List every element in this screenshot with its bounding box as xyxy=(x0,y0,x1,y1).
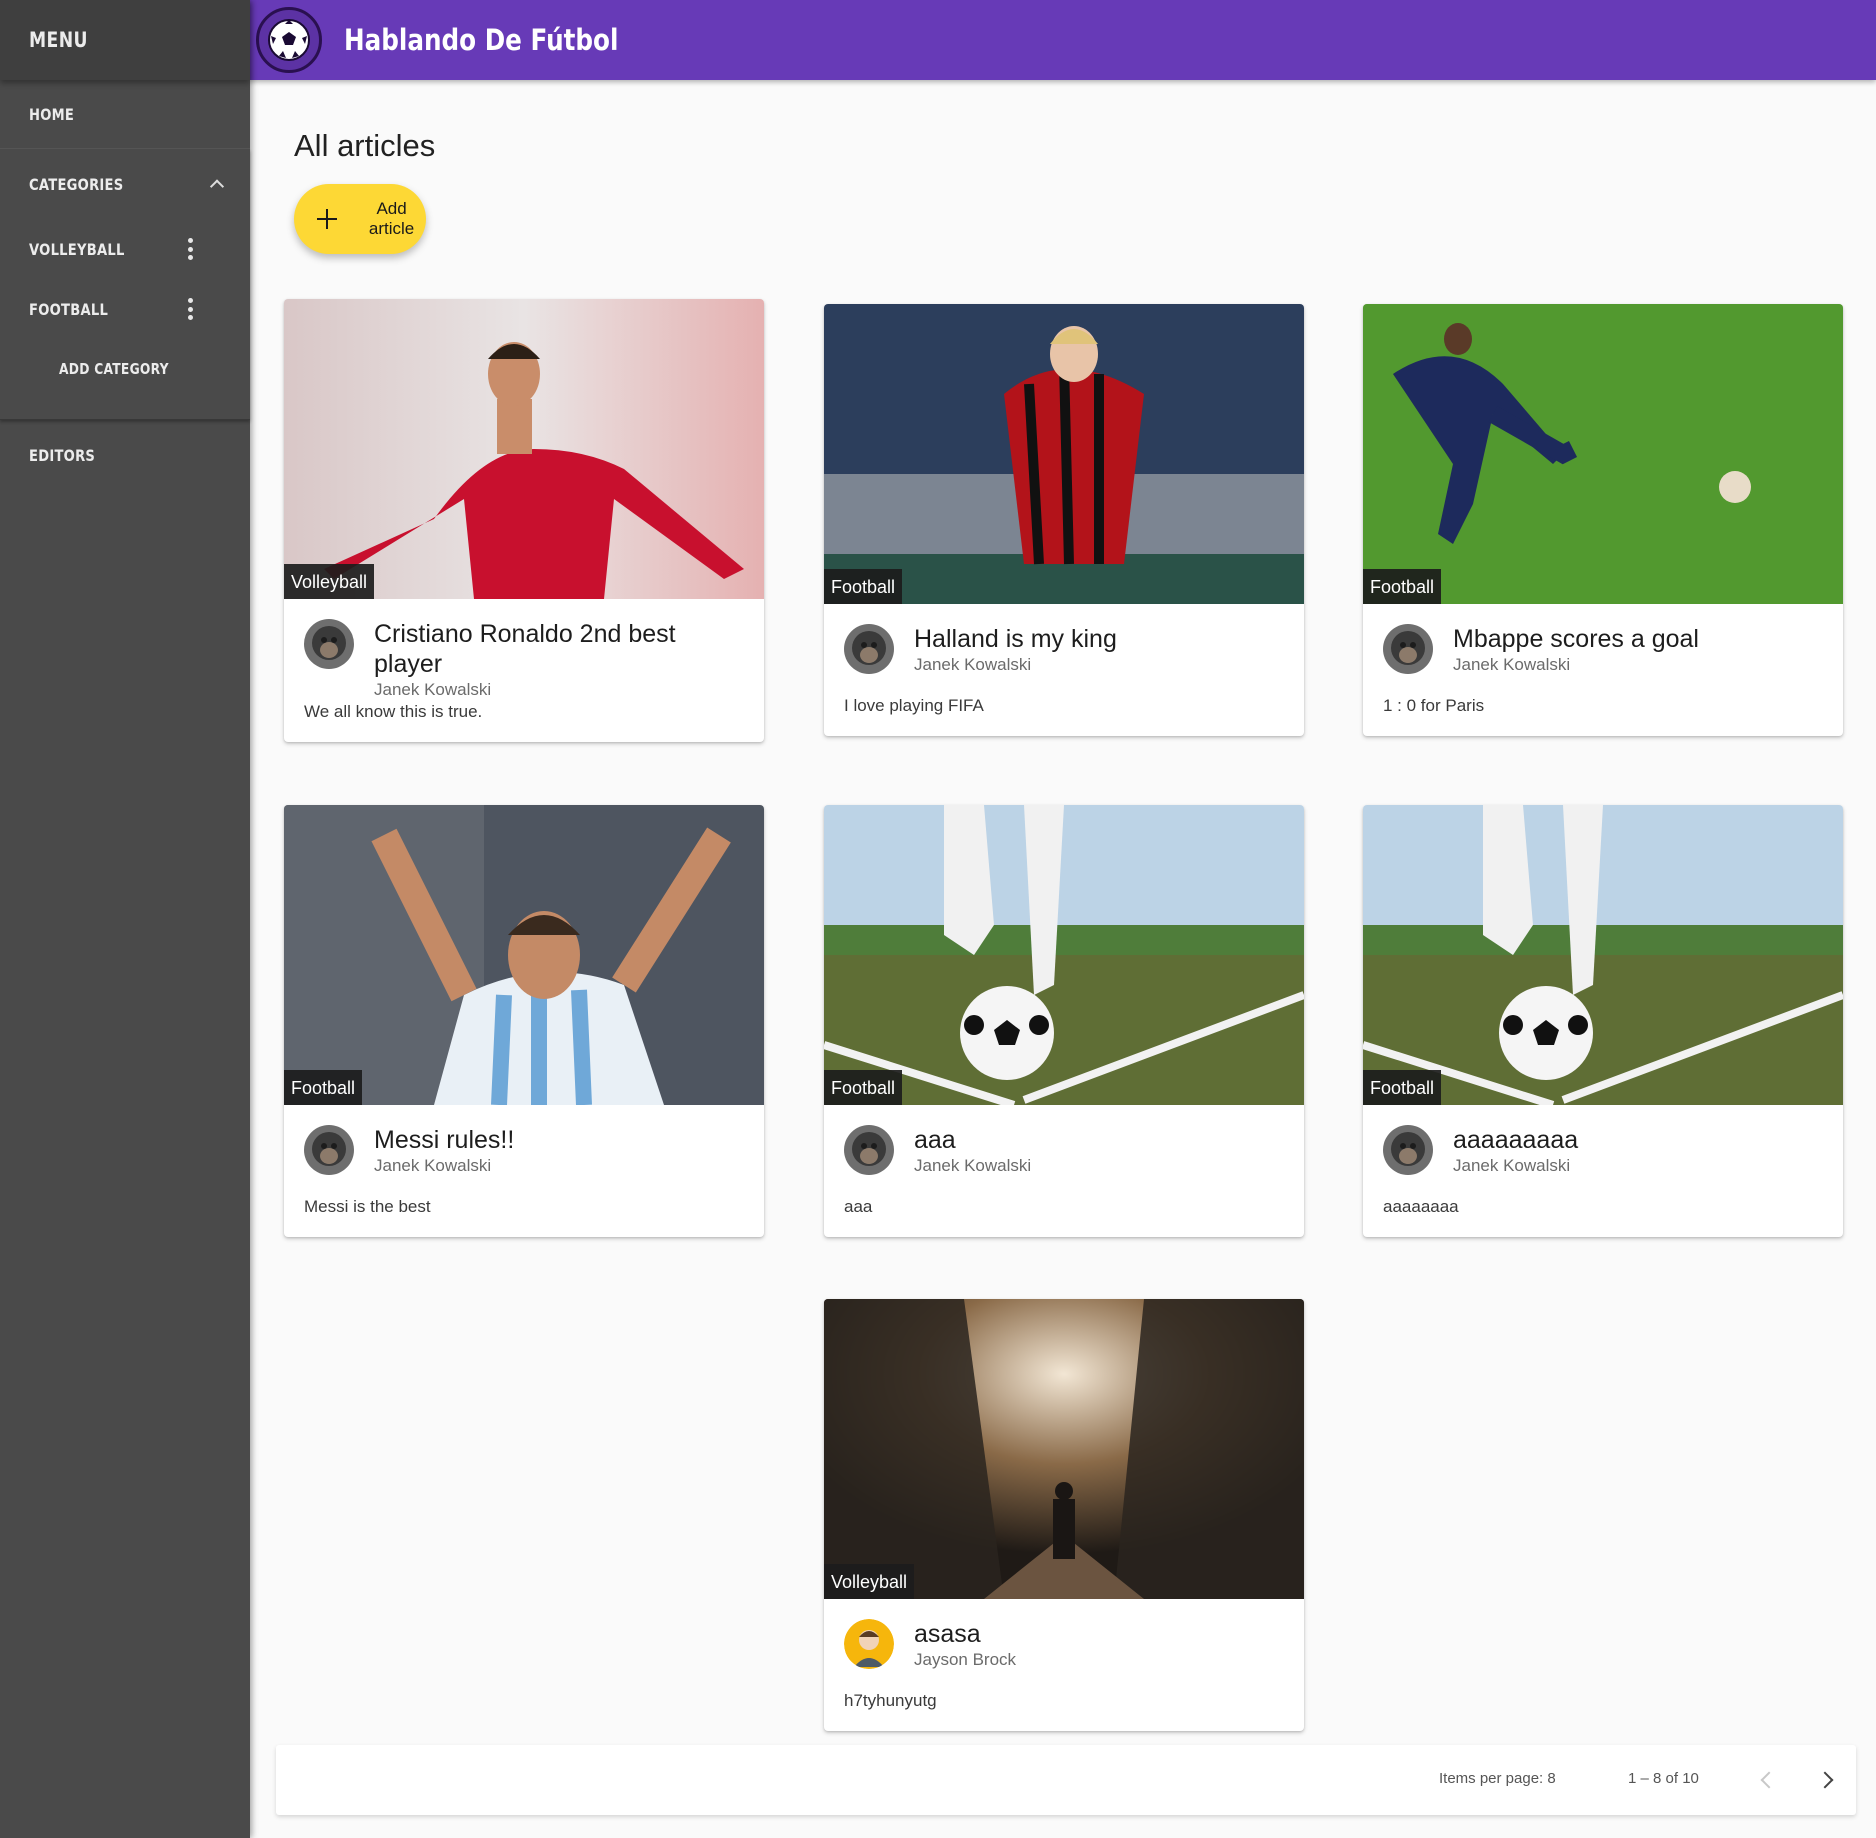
article-author: Janek Kowalski xyxy=(914,1156,1032,1175)
avatar xyxy=(1383,624,1433,674)
article-title: Cristiano Ronaldo 2nd best player xyxy=(374,620,676,678)
app-title: Hablando De Fútbol xyxy=(344,23,619,57)
article-author: Jayson Brock xyxy=(914,1650,1017,1669)
article-card[interactable]: Football aaaaaaaaa Janek Kowalski aaaaaa… xyxy=(1363,805,1843,1237)
avatar xyxy=(844,624,894,674)
sidebar-item-volleyball[interactable]: VOLLEYBALL xyxy=(0,219,250,279)
avatar xyxy=(304,619,354,669)
article-image: Volleyball xyxy=(284,299,764,599)
article-body: h7tyhunyutg xyxy=(844,1691,937,1710)
article-title: aaaaaaaaa xyxy=(1453,1126,1579,1154)
sidebar-title: MENU xyxy=(29,28,88,52)
article-image: Football xyxy=(824,304,1304,604)
category-badge: Football xyxy=(824,1070,903,1105)
article-card[interactable]: Volleyball Cristiano Ronaldo 2nd best pl… xyxy=(284,299,764,742)
category-badge: Football xyxy=(824,569,903,604)
article-card[interactable]: Volleyball asasa Jayson Brock h7tyhunyut… xyxy=(824,1299,1304,1731)
category-badge: Volleyball xyxy=(284,564,375,599)
avatar xyxy=(844,1619,894,1669)
chevron-right-icon[interactable] xyxy=(1816,1767,1840,1791)
add-category-button[interactable]: ADD CATEGORY xyxy=(0,339,250,399)
article-author: Janek Kowalski xyxy=(1453,1156,1571,1175)
sidebar-item-categories[interactable]: CATEGORIES xyxy=(0,149,250,219)
category-badge: Football xyxy=(284,1070,363,1105)
sidebar-item-label: FOOTBALL xyxy=(29,299,109,319)
article-author: Janek Kowalski xyxy=(914,655,1032,674)
plus-icon xyxy=(317,209,338,229)
add-category-label: ADD CATEGORY xyxy=(59,360,169,378)
article-author: Janek Kowalski xyxy=(1453,655,1571,674)
article-body: I love playing FIFA xyxy=(844,696,984,715)
more-vert-icon[interactable] xyxy=(187,298,193,320)
article-image: Football xyxy=(284,805,764,1105)
article-title: Messi rules!! xyxy=(374,1126,515,1154)
article-card[interactable]: Football Messi rules!! Janek Kowalski Me… xyxy=(284,805,764,1237)
article-image: Football xyxy=(1363,304,1843,604)
sidebar-item-home[interactable]: HOME xyxy=(0,80,250,149)
page-range-label: 1 – 8 of 10 xyxy=(1628,1770,1699,1787)
sidebar-item-label: EDITORS xyxy=(29,445,96,465)
categories-section: CATEGORIES VOLLEYBALL FOOTBALL ADD CATEG… xyxy=(0,149,250,420)
more-vert-icon[interactable] xyxy=(187,238,193,260)
article-title: aaa xyxy=(914,1126,956,1154)
add-article-label: Add article xyxy=(368,199,415,238)
avatar xyxy=(304,1125,354,1175)
sidebar-item-football[interactable]: FOOTBALL xyxy=(0,279,250,339)
add-article-button[interactable]: Add article xyxy=(294,184,426,254)
article-author: Janek Kowalski xyxy=(374,1156,492,1175)
article-body: aaaaaaaa xyxy=(1383,1197,1459,1216)
article-title: Mbappe scores a goal xyxy=(1453,625,1699,653)
article-image: Football xyxy=(1363,805,1843,1105)
article-body: Messi is the best xyxy=(304,1197,431,1216)
avatar xyxy=(1383,1125,1433,1175)
article-body: aaa xyxy=(844,1197,873,1216)
soccer-ball-logo-icon[interactable] xyxy=(256,7,322,73)
main-content: All articles Add article Volleyball Cris… xyxy=(250,80,1876,1838)
article-card[interactable]: Football aaa Janek Kowalski aaa xyxy=(824,805,1304,1237)
top-toolbar: Hablando De Fútbol xyxy=(250,0,1876,80)
article-card[interactable]: Football Mbappe scores a goal Janek Kowa… xyxy=(1363,304,1843,736)
article-card[interactable]: Football Halland is my king Janek Kowals… xyxy=(824,304,1304,736)
avatar xyxy=(844,1125,894,1175)
article-image: Volleyball xyxy=(824,1299,1304,1599)
sidebar-item-label: VOLLEYBALL xyxy=(29,239,125,259)
sidebar-item-label: HOME xyxy=(29,104,75,124)
category-badge: Football xyxy=(1363,569,1442,604)
article-body: 1 : 0 for Paris xyxy=(1383,696,1485,715)
article-image: Football xyxy=(824,805,1304,1105)
article-title: Halland is my king xyxy=(914,625,1117,653)
sidebar: MENU HOME CATEGORIES VOLLEYBALL FOOTBALL… xyxy=(0,0,250,1838)
sidebar-item-editors[interactable]: EDITORS xyxy=(0,420,250,490)
category-badge: Volleyball xyxy=(824,1564,915,1599)
article-title: asasa xyxy=(914,1620,981,1648)
article-body: We all know this is true. xyxy=(304,702,483,721)
sidebar-item-label: CATEGORIES xyxy=(29,174,124,194)
category-badge: Football xyxy=(1363,1070,1442,1105)
items-per-page[interactable]: Items per page: 8 xyxy=(1439,1770,1556,1787)
chevron-up-icon[interactable] xyxy=(209,179,225,194)
chevron-left-icon[interactable] xyxy=(1755,1767,1779,1791)
paginator: Items per page: 8 1 – 8 of 10 xyxy=(276,1745,1856,1815)
page-title: All articles xyxy=(294,128,436,163)
article-author: Janek Kowalski xyxy=(374,680,492,699)
sidebar-header: MENU xyxy=(0,0,250,80)
